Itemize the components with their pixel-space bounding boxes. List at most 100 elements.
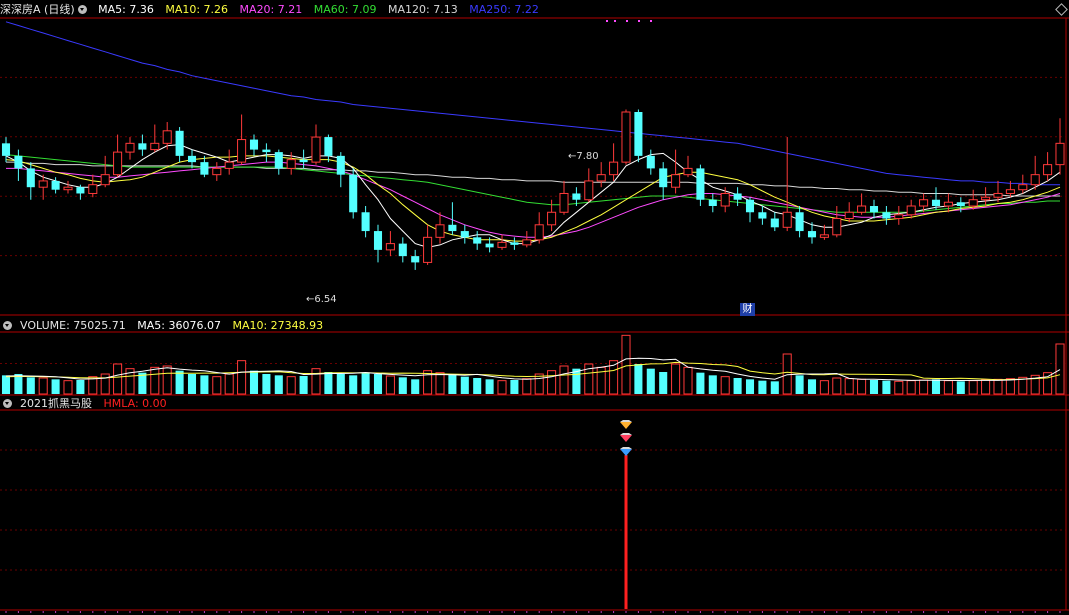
time-axis-tick bbox=[799, 611, 801, 613]
candle-body-down bbox=[572, 193, 581, 200]
candle-body-up bbox=[385, 243, 395, 251]
candle-body-down bbox=[758, 212, 767, 219]
candle-body-up bbox=[125, 142, 135, 153]
time-axis-tick bbox=[253, 611, 255, 613]
time-axis-tick bbox=[166, 611, 168, 613]
financial-report-badge[interactable]: 财 bbox=[740, 303, 755, 316]
candle-body-up bbox=[584, 180, 594, 201]
time-axis-tick bbox=[451, 611, 453, 613]
ma60-line bbox=[5, 154, 1060, 213]
ma250-readout: MA250: 7.22 bbox=[469, 3, 539, 16]
candle-body-up bbox=[894, 214, 904, 220]
volume-readout: VOLUME: 75025.71 bbox=[20, 319, 126, 332]
candle-body-up bbox=[100, 174, 110, 186]
volume-bar-down bbox=[299, 376, 308, 394]
time-axis-tick bbox=[42, 611, 44, 613]
volume-bar-up bbox=[782, 353, 792, 395]
time-axis-tick bbox=[836, 611, 838, 613]
volume-bar-down bbox=[26, 377, 35, 394]
candle-body-down bbox=[361, 212, 370, 232]
volume-bar-up bbox=[919, 379, 929, 395]
candle-body-up bbox=[832, 218, 842, 236]
candle-body-down bbox=[51, 180, 60, 190]
volume-bar-down bbox=[510, 380, 519, 394]
time-axis-tick bbox=[129, 611, 131, 613]
candle-body-up bbox=[497, 241, 507, 248]
event-marker bbox=[614, 20, 616, 22]
volume-bar-up bbox=[38, 377, 48, 395]
volume-bar-down bbox=[51, 379, 60, 394]
volume-bar-down bbox=[634, 364, 643, 394]
volume-bar-down bbox=[249, 370, 259, 394]
time-axis-tick bbox=[439, 611, 441, 613]
indicator-label[interactable]: 2021抓黑马股 bbox=[20, 397, 92, 410]
candle-body-down bbox=[733, 193, 742, 200]
time-axis-tick bbox=[848, 611, 850, 613]
time-axis-tick bbox=[1022, 611, 1024, 613]
time-axis-tick bbox=[885, 611, 887, 613]
time-axis-tick bbox=[241, 611, 243, 613]
volume-bar-down bbox=[733, 378, 742, 394]
candle-body-down bbox=[336, 155, 345, 175]
collapse-icon[interactable] bbox=[77, 5, 87, 14]
candle-body-down bbox=[745, 199, 755, 213]
time-axis-tick bbox=[575, 611, 577, 613]
stock-label[interactable]: 深深房A (日线) bbox=[0, 3, 75, 16]
time-axis-tick bbox=[761, 611, 763, 613]
volume-bar-up bbox=[819, 380, 829, 395]
collapse-icon[interactable] bbox=[3, 321, 12, 330]
volume-bar-down bbox=[485, 379, 494, 394]
volume-bar-down bbox=[373, 374, 383, 394]
volume-bar-up bbox=[993, 378, 1003, 395]
time-axis-tick bbox=[501, 611, 503, 613]
time-axis-tick bbox=[662, 611, 664, 613]
volume-bar-up bbox=[385, 375, 395, 395]
time-axis-tick bbox=[402, 611, 404, 613]
candle-body-down bbox=[1, 143, 11, 156]
candle-body-up bbox=[683, 167, 693, 176]
time-axis-tick bbox=[327, 611, 329, 613]
time-axis-tick bbox=[898, 611, 900, 613]
candle-body-down bbox=[485, 243, 494, 248]
candle-body-down bbox=[324, 137, 333, 156]
candle-body-down bbox=[411, 256, 420, 263]
low-price-label: ←6.54 bbox=[306, 294, 337, 305]
time-axis-tick bbox=[923, 611, 925, 613]
time-axis-tick bbox=[352, 611, 354, 613]
candle-body-up bbox=[1018, 184, 1028, 191]
candle-body-down bbox=[634, 112, 643, 156]
volume-bar-down bbox=[175, 370, 184, 394]
hmla-readout: HMLA: 0.00 bbox=[103, 397, 167, 410]
time-axis-tick bbox=[600, 611, 602, 613]
candle-body-up bbox=[1043, 164, 1053, 176]
volume-bar-down bbox=[1, 375, 11, 394]
volume-bar-up bbox=[894, 380, 904, 395]
candle-body-down bbox=[299, 159, 308, 163]
time-axis-tick bbox=[613, 611, 615, 613]
candle-body-up bbox=[857, 205, 867, 213]
volume-bar-up bbox=[832, 377, 842, 395]
time-axis-tick bbox=[365, 611, 367, 613]
volume-bar-up bbox=[559, 365, 569, 395]
candle-body-up bbox=[212, 167, 222, 176]
time-axis-tick bbox=[947, 611, 949, 613]
time-axis-tick bbox=[960, 611, 962, 613]
candle-body-up bbox=[423, 236, 433, 263]
candle-body-down bbox=[349, 174, 358, 213]
candle-body-up bbox=[993, 192, 1003, 198]
time-axis-tick bbox=[985, 611, 987, 613]
volume-bar-up bbox=[1043, 372, 1053, 395]
volume-bar-up bbox=[547, 370, 557, 395]
candle-body-up bbox=[113, 151, 123, 176]
hmla-signal-bar bbox=[624, 455, 628, 609]
volume-bar-down bbox=[448, 374, 457, 394]
candle-body-up bbox=[596, 174, 606, 182]
gem-icon-orange bbox=[620, 422, 632, 429]
volume-bar-up bbox=[981, 379, 991, 395]
time-axis-tick bbox=[650, 611, 652, 613]
candle-body-down bbox=[708, 199, 717, 206]
collapse-icon[interactable] bbox=[3, 399, 12, 408]
candle-body-up bbox=[720, 192, 730, 207]
candle-body-up bbox=[63, 186, 73, 191]
volume-bar-down bbox=[411, 379, 420, 394]
